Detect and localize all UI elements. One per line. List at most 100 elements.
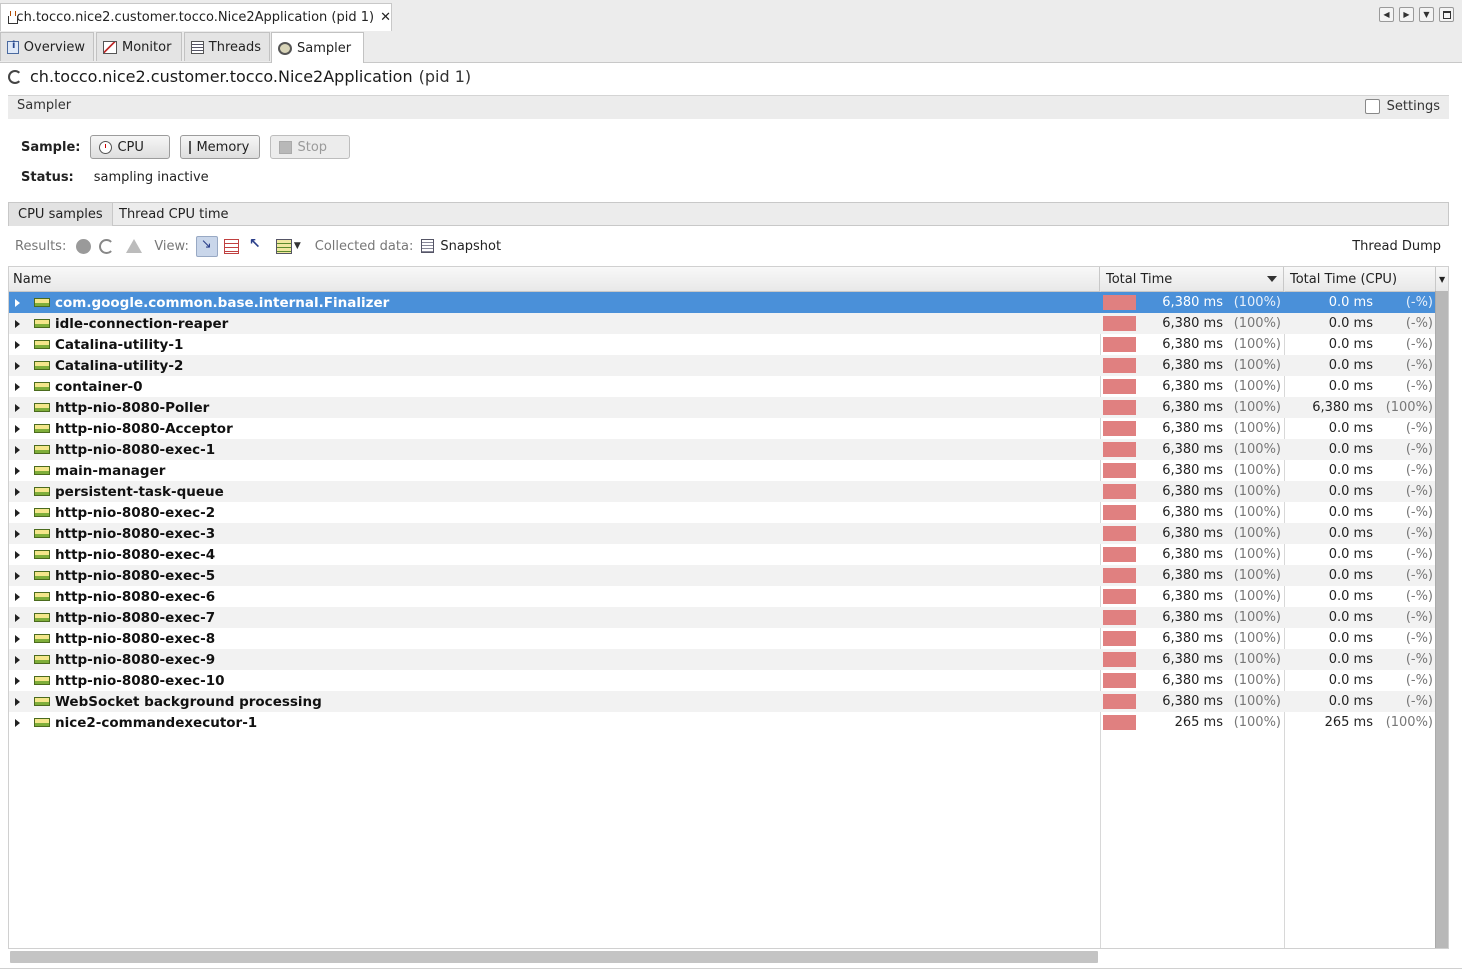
stop-button-label: Stop xyxy=(297,139,328,155)
total-cpu-value: 0.0 ms xyxy=(1328,631,1373,646)
total-time-bar xyxy=(1103,715,1136,730)
expand-toggle-icon[interactable] xyxy=(15,634,20,643)
expand-toggle-icon[interactable] xyxy=(15,655,20,664)
sample-label: Sample: xyxy=(21,139,81,155)
total-cpu-cell: 0.0 ms (-%) xyxy=(1286,292,1436,313)
total-time-percent: (100%) xyxy=(1233,337,1281,352)
table-row[interactable]: persistent-task-queue 6,380 ms (100%) 0.0 m… xyxy=(9,481,1436,502)
expand-toggle-icon[interactable] xyxy=(15,676,20,685)
expand-toggle-icon[interactable] xyxy=(15,529,20,538)
expand-toggle-icon[interactable] xyxy=(15,298,20,307)
table-row[interactable]: http-nio-8080-exec-7 6,380 ms (100%) 0.0 ms… xyxy=(9,607,1436,628)
chevron-down-icon[interactable]: ▼ xyxy=(294,241,301,251)
close-tab-button[interactable]: ✕ xyxy=(380,10,391,25)
update-results-icon[interactable] xyxy=(76,238,92,254)
total-time-bar xyxy=(1103,505,1136,520)
expand-toggle-icon[interactable] xyxy=(15,487,20,496)
table-row[interactable]: http-nio-8080-exec-10 6,380 ms (100%) 0.0 m… xyxy=(9,670,1436,691)
status-value: sampling inactive xyxy=(93,170,209,185)
total-time-cell: 6,380 ms (100%) xyxy=(1102,397,1285,418)
expand-toggle-icon[interactable] xyxy=(15,508,20,517)
thread-name: nice2-commandexecutor-1 xyxy=(55,714,258,731)
reset-results-icon[interactable] xyxy=(126,239,143,253)
name-cell: http-nio-8080-exec-8 xyxy=(9,628,1099,649)
total-cpu-percent: (-%) xyxy=(1405,505,1433,520)
stop-button[interactable]: Stop xyxy=(270,135,351,159)
table-row[interactable]: Catalina-utility-2 6,380 ms (100%) 0.0 ms (-… xyxy=(9,355,1436,376)
memory-button-label: Memory xyxy=(196,139,250,155)
scroll-right-button[interactable]: ▶ xyxy=(1399,7,1414,22)
document-tab[interactable]: ch.tocco.nice2.customer.tocco.Nice2Appli… xyxy=(0,3,392,31)
tab-monitor[interactable]: Monitor xyxy=(96,32,182,61)
expand-toggle-icon[interactable] xyxy=(15,571,20,580)
expand-toggle-icon[interactable] xyxy=(15,718,20,727)
columns-selector-icon[interactable] xyxy=(275,238,292,254)
forward-calls-view-button[interactable] xyxy=(195,235,218,257)
settings-toggle[interactable]: Settings xyxy=(1364,99,1440,114)
maximize-button[interactable] xyxy=(1439,7,1454,22)
column-header-name[interactable]: Name xyxy=(9,267,1100,291)
settings-checkbox[interactable] xyxy=(1364,99,1380,114)
tab-cpu-samples[interactable]: CPU samples xyxy=(9,203,113,226)
thread-name: http-nio-8080-exec-6 xyxy=(55,588,216,605)
tab-threads[interactable]: Threads xyxy=(184,32,270,61)
table-row[interactable]: container-0 6,380 ms (100%) 0.0 ms (-%) xyxy=(9,376,1436,397)
total-time-bar xyxy=(1103,652,1136,667)
expand-toggle-icon[interactable] xyxy=(15,445,20,454)
expand-toggle-icon[interactable] xyxy=(15,613,20,622)
table-row[interactable]: http-nio-8080-exec-8 6,380 ms (100%) 0.0 ms… xyxy=(9,628,1436,649)
table-row[interactable]: http-nio-8080-exec-5 6,380 ms (100%) 0.0 ms… xyxy=(9,565,1436,586)
expand-toggle-icon[interactable] xyxy=(15,382,20,391)
memory-sample-button[interactable]: Memory xyxy=(180,135,261,159)
table-row[interactable]: http-nio-8080-exec-2 6,380 ms (100%) 0.0 ms… xyxy=(9,502,1436,523)
hotspots-view-button[interactable] xyxy=(223,238,239,254)
expand-toggle-icon[interactable] xyxy=(15,697,20,706)
table-row[interactable]: http-nio-8080-Poller 6,380 ms (100%) 6,380 … xyxy=(9,397,1436,418)
application-header: ch.tocco.nice2.customer.tocco.Nice2Appli… xyxy=(8,67,471,86)
table-row[interactable]: http-nio-8080-exec-1 6,380 ms (100%) 0.0 ms… xyxy=(9,439,1436,460)
sample-controls: Sample: CPU Memory Stop xyxy=(21,135,351,159)
table-row[interactable]: http-nio-8080-exec-9 6,380 ms (100%) 0.0 ms… xyxy=(9,649,1436,670)
horizontal-scrollbar[interactable] xyxy=(10,951,1098,963)
table-header: Name Total Time Total Time (CPU) ▼ xyxy=(9,267,1448,292)
expand-toggle-icon[interactable] xyxy=(15,340,20,349)
table-row[interactable]: WebSocket background processing 6,380 ms (… xyxy=(9,691,1436,712)
thread-dump-button[interactable]: Thread Dump xyxy=(1352,239,1441,254)
scroll-left-button[interactable]: ◀ xyxy=(1379,7,1394,22)
total-cpu-percent: (100%) xyxy=(1385,715,1433,730)
sort-descending-icon xyxy=(1267,276,1277,282)
table-row[interactable]: http-nio-8080-exec-3 6,380 ms (100%) 0.0 ms… xyxy=(9,523,1436,544)
tab-overview[interactable]: Overview xyxy=(0,32,94,61)
expand-toggle-icon[interactable] xyxy=(15,466,20,475)
table-row[interactable]: idle-connection-reaper 6,380 ms (100%) 0.0 … xyxy=(9,313,1436,334)
table-row[interactable]: http-nio-8080-Acceptor 6,380 ms (100%) 0.0 … xyxy=(9,418,1436,439)
expand-toggle-icon[interactable] xyxy=(15,403,20,412)
results-tabs: CPU samples Thread CPU time xyxy=(8,202,1449,226)
expand-toggle-icon[interactable] xyxy=(15,319,20,328)
expand-toggle-icon[interactable] xyxy=(15,361,20,370)
cpu-sample-button[interactable]: CPU xyxy=(90,135,171,159)
tab-sampler[interactable]: Sampler xyxy=(271,32,364,63)
table-row[interactable]: http-nio-8080-exec-6 6,380 ms (100%) 0.0 ms… xyxy=(9,586,1436,607)
total-cpu-value: 0.0 ms xyxy=(1328,589,1373,604)
table-row[interactable]: Catalina-utility-1 6,380 ms (100%) 0.0 ms (-… xyxy=(9,334,1436,355)
total-time-bar xyxy=(1103,400,1136,415)
expand-toggle-icon[interactable] xyxy=(15,424,20,433)
table-row[interactable]: com.google.common.base.internal.Finalize… xyxy=(9,292,1436,313)
refresh-icon[interactable] xyxy=(99,238,115,254)
tab-thread-cpu-time[interactable]: Thread CPU time xyxy=(110,203,238,226)
column-header-total-time[interactable]: Total Time xyxy=(1102,267,1284,291)
table-row[interactable]: main-manager 6,380 ms (100%) 0.0 ms (-%) xyxy=(9,460,1436,481)
table-row[interactable]: http-nio-8080-exec-4 6,380 ms (100%) 0.0 ms… xyxy=(9,544,1436,565)
tab-list-dropdown-button[interactable]: ▼ xyxy=(1419,7,1434,22)
column-header-total-cpu[interactable]: Total Time (CPU) xyxy=(1286,267,1436,291)
column-chooser-button[interactable]: ▼ xyxy=(1437,267,1448,291)
snapshot-button[interactable]: Snapshot xyxy=(421,239,501,254)
expand-toggle-icon[interactable] xyxy=(15,550,20,559)
vertical-scrollbar[interactable] xyxy=(1435,291,1448,948)
reverse-calls-view-button[interactable] xyxy=(249,236,264,254)
expand-toggle-icon[interactable] xyxy=(15,592,20,601)
thread-name: persistent-task-queue xyxy=(55,483,224,500)
total-time-percent: (100%) xyxy=(1233,631,1281,646)
table-row[interactable]: nice2-commandexecutor-1 265 ms (100%) 265 m… xyxy=(9,712,1436,733)
